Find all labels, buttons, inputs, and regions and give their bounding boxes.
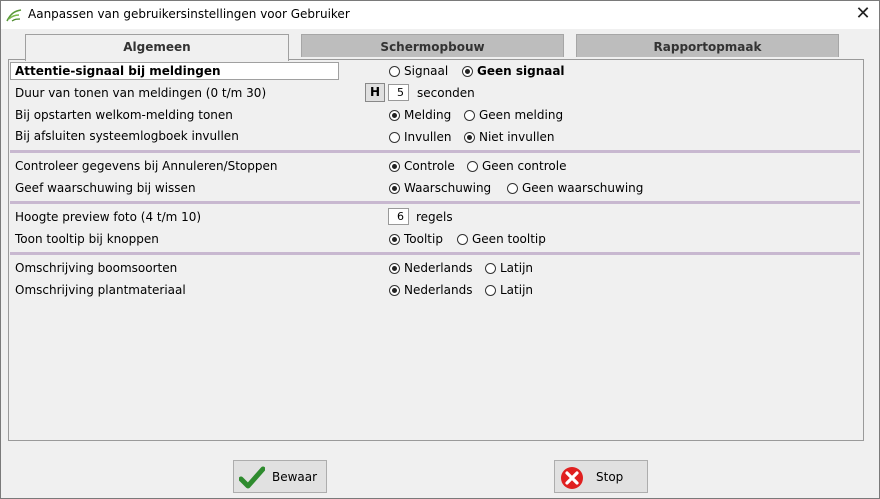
- checkmark-icon: [238, 466, 266, 489]
- leaf-icon: [6, 7, 22, 26]
- separator: [10, 150, 860, 153]
- radio-unchecked-icon: [507, 183, 518, 194]
- logboek-label: Bij afsluiten systeemlogboek invullen: [15, 129, 239, 143]
- radio-plant-nederlands[interactable]: Nederlands: [389, 283, 472, 297]
- radio-unchecked-icon: [389, 66, 400, 77]
- separator: [10, 201, 860, 204]
- radio-melding[interactable]: Melding: [389, 108, 451, 122]
- radio-checked-icon: [389, 161, 400, 172]
- radio-boom-nederlands[interactable]: Nederlands: [389, 261, 472, 275]
- separator: [10, 252, 860, 255]
- tab-schermopbouw[interactable]: Schermopbouw: [301, 34, 564, 57]
- tab-rapportopmaak[interactable]: Rapportopmaak: [576, 34, 839, 57]
- radio-geen-signaal[interactable]: Geen signaal: [462, 64, 565, 78]
- radio-niet-invullen[interactable]: Niet invullen: [464, 130, 555, 144]
- radio-boom-latijn[interactable]: Latijn: [485, 261, 533, 275]
- radio-unchecked-icon: [389, 132, 400, 143]
- duur-label: Duur van tonen van meldingen (0 t/m 30): [15, 86, 267, 100]
- stop-x-icon: [560, 466, 583, 489]
- preview-input[interactable]: 6: [388, 208, 409, 225]
- radio-checked-icon: [389, 183, 400, 194]
- save-button[interactable]: Bewaar: [233, 460, 327, 493]
- title-bar: Aanpassen van gebruikersinstellingen voo…: [1, 1, 879, 29]
- welkom-label: Bij opstarten welkom-melding tonen: [15, 108, 233, 122]
- radio-geen-tooltip[interactable]: Geen tooltip: [457, 232, 546, 246]
- radio-unchecked-icon: [464, 110, 475, 121]
- radio-tooltip[interactable]: Tooltip: [389, 232, 443, 246]
- radio-invullen[interactable]: Invullen: [389, 130, 452, 144]
- help-button[interactable]: H: [365, 83, 385, 102]
- radio-controle[interactable]: Controle: [389, 159, 455, 173]
- duur-input[interactable]: 5: [388, 84, 409, 101]
- radio-unchecked-icon: [485, 285, 496, 296]
- radio-geen-waarschuwing[interactable]: Geen waarschuwing: [507, 181, 643, 195]
- boomsoorten-label: Omschrijving boomsoorten: [15, 261, 178, 275]
- radio-checked-icon: [464, 132, 475, 143]
- radio-checked-icon: [389, 285, 400, 296]
- wissen-label: Geef waarschuwing bij wissen: [15, 181, 196, 195]
- tab-algemeen[interactable]: Algemeen: [25, 34, 289, 61]
- radio-waarschuwing[interactable]: Waarschuwing: [389, 181, 491, 195]
- close-icon[interactable]: ✕: [851, 3, 875, 27]
- settings-window: Aanpassen van gebruikersinstellingen voo…: [0, 0, 880, 499]
- radio-unchecked-icon: [457, 234, 468, 245]
- preview-unit: regels: [416, 210, 453, 224]
- stop-button-label: Stop: [596, 470, 624, 484]
- radio-unchecked-icon: [467, 161, 478, 172]
- tooltip-label: Toon tooltip bij knoppen: [15, 232, 159, 246]
- radio-plant-latijn[interactable]: Latijn: [485, 283, 533, 297]
- radio-checked-icon: [462, 66, 473, 77]
- radio-unchecked-icon: [485, 263, 496, 274]
- plantmateriaal-label: Omschrijving plantmateriaal: [15, 283, 186, 297]
- radio-checked-icon: [389, 263, 400, 274]
- controle-label: Controleer gegevens bij Annuleren/Stoppe…: [15, 159, 278, 173]
- duur-unit: seconden: [417, 86, 475, 100]
- attentie-label: Attentie-signaal bij meldingen: [10, 62, 339, 80]
- window-title: Aanpassen van gebruikersinstellingen voo…: [28, 7, 350, 21]
- save-button-label: Bewaar: [272, 470, 318, 484]
- radio-geen-melding[interactable]: Geen melding: [464, 108, 563, 122]
- radio-checked-icon: [389, 110, 400, 121]
- radio-geen-controle[interactable]: Geen controle: [467, 159, 566, 173]
- stop-button[interactable]: Stop: [554, 460, 648, 493]
- preview-label: Hoogte preview foto (4 t/m 10): [15, 210, 202, 224]
- radio-signaal[interactable]: Signaal: [389, 64, 448, 78]
- radio-checked-icon: [389, 234, 400, 245]
